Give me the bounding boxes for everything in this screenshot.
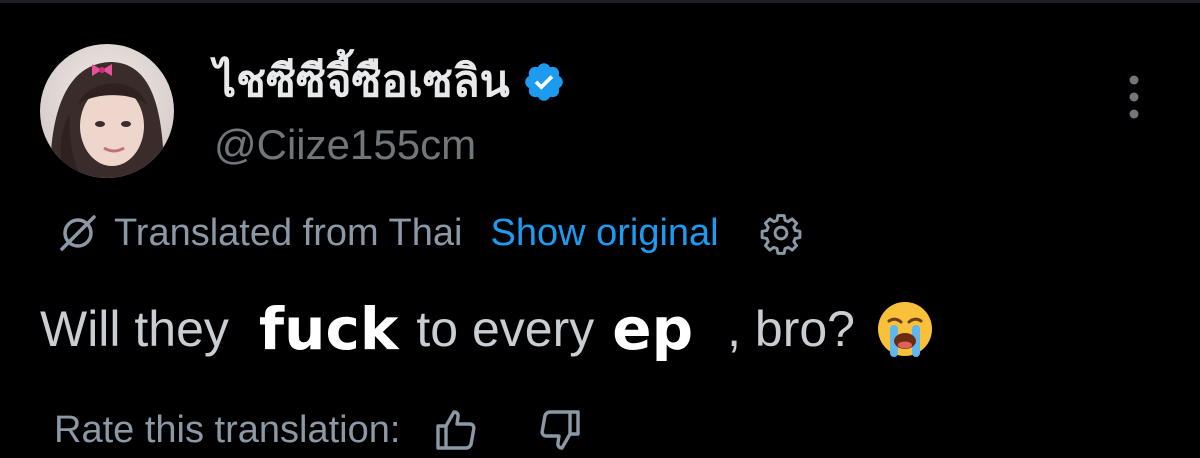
translated-from-label: Translated from Thai xyxy=(114,211,463,254)
loudly-crying-face-emoji xyxy=(877,302,932,357)
overlay-word: ep xyxy=(612,295,694,363)
top-divider xyxy=(0,0,1200,3)
tweet-text-part: to every xyxy=(416,301,595,357)
tweet-text: Will they fuck to every ep , bro? xyxy=(40,294,937,364)
tweet-text-part: , bro? xyxy=(727,301,855,357)
translation-bar: Translated from Thai Show original xyxy=(58,208,803,258)
display-name-text[interactable]: ไชซีซีจี้ซือเซลิน xyxy=(214,50,510,114)
translate-slash-icon xyxy=(60,215,96,251)
thumbs-up-icon[interactable] xyxy=(432,406,480,454)
verified-badge-icon xyxy=(524,63,563,101)
vertical-ellipsis-icon[interactable] xyxy=(1124,74,1144,120)
display-name[interactable]: ไชซีซีจี้ซือเซลิน xyxy=(214,50,566,114)
rate-translation-label: Rate this translation: xyxy=(54,408,401,451)
gear-icon[interactable] xyxy=(759,211,803,255)
thumbs-down-icon[interactable] xyxy=(536,406,584,454)
overlay-word: fuck xyxy=(258,295,399,363)
tweet-text-part: Will they xyxy=(40,301,229,357)
avatar[interactable] xyxy=(40,44,174,178)
show-original-link[interactable]: Show original xyxy=(490,212,718,255)
user-handle[interactable]: @Ciize155cm xyxy=(214,120,476,170)
rate-translation-row: Rate this translation: xyxy=(54,404,584,456)
